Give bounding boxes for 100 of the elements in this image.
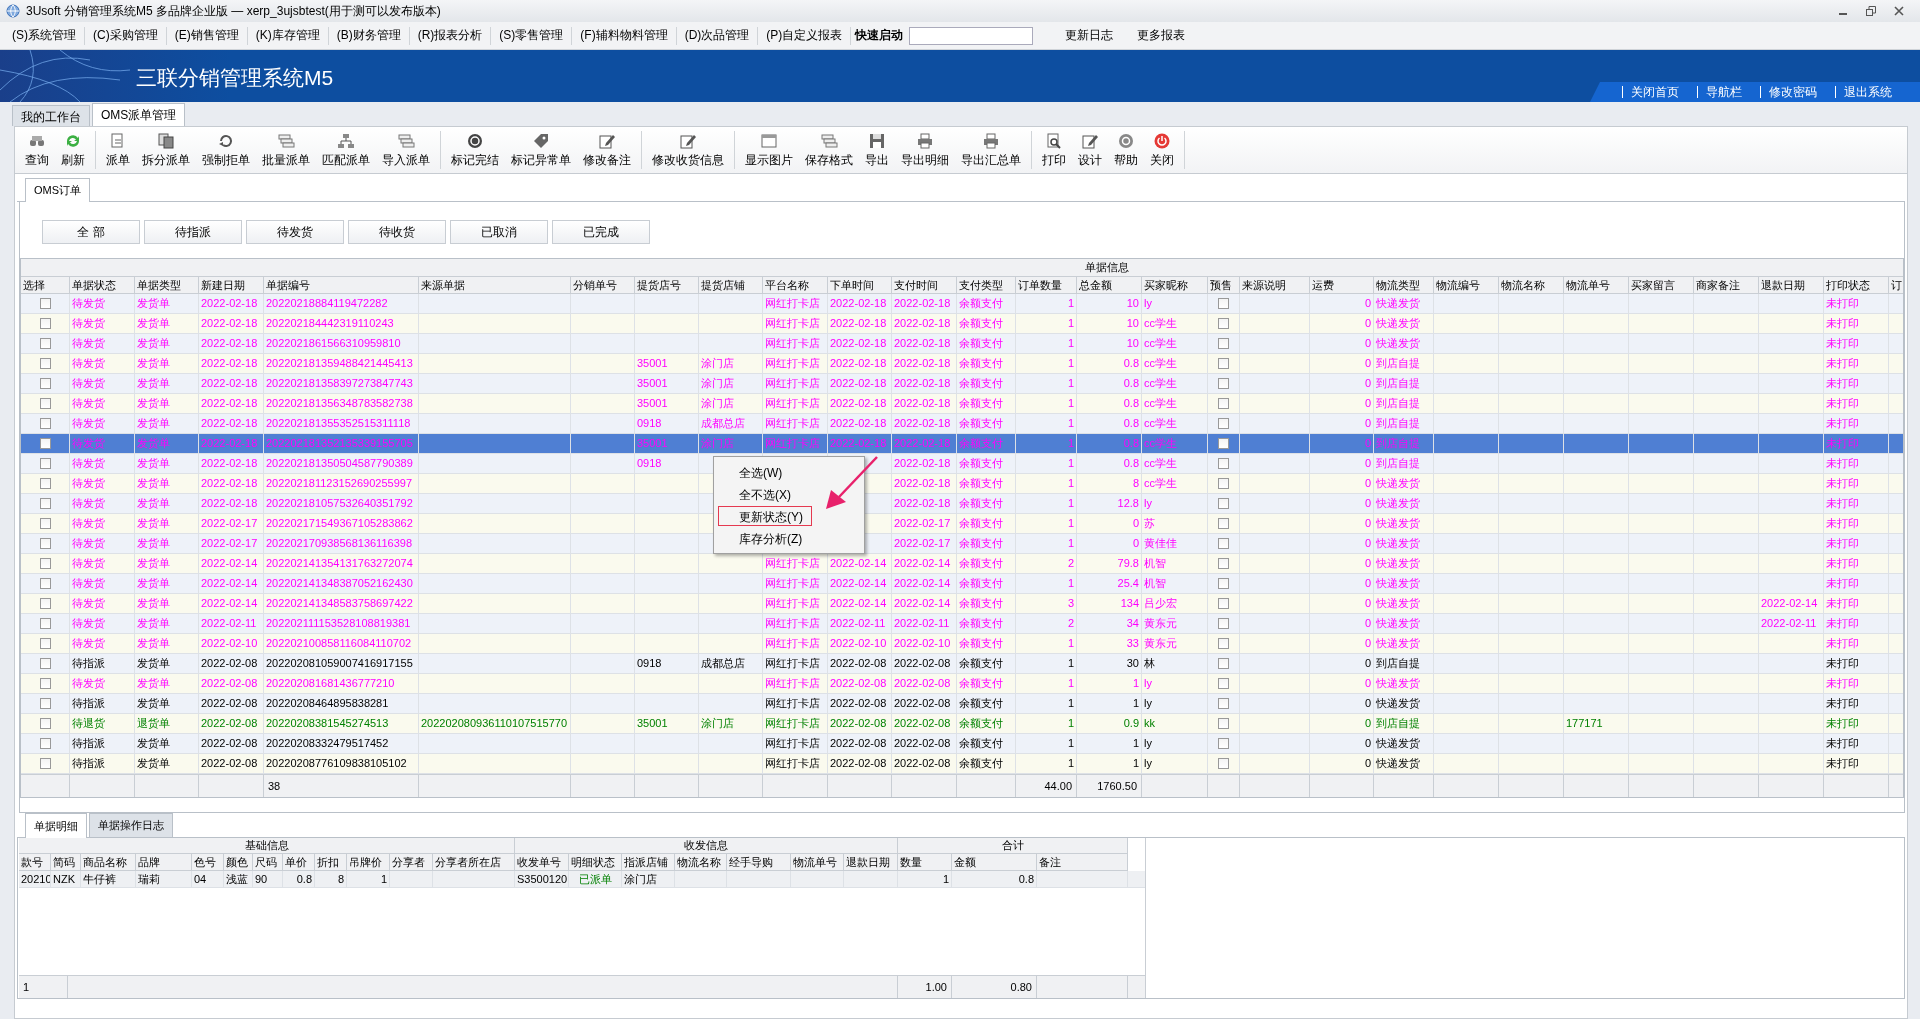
column-header[interactable]: 来源单据 xyxy=(419,277,571,294)
column-header[interactable]: 明细状态 xyxy=(569,854,622,871)
checkbox[interactable] xyxy=(1218,338,1229,349)
checkbox[interactable] xyxy=(1218,458,1229,469)
column-header[interactable]: 新建日期 xyxy=(199,277,264,294)
column-header[interactable]: 商家备注 xyxy=(1694,277,1759,294)
column-header[interactable]: 分享者 xyxy=(390,854,433,871)
table-row[interactable]: 待指派 发货单 2022-02-08 20220208776109838105102 网红打卡店 2022-02-08 2022-02-08 余额支付 1 1 ly 0 快递发货 未打印 xyxy=(21,754,1903,774)
checkbox[interactable] xyxy=(1218,378,1229,389)
menu-item[interactable]: (P)自定义报表 xyxy=(758,26,852,45)
tab[interactable]: OMS派单管理 xyxy=(92,103,186,126)
filter-button[interactable]: 待指派 xyxy=(144,220,242,244)
column-header[interactable]: 选择 xyxy=(21,277,70,294)
column-header[interactable]: 来源说明 xyxy=(1240,277,1310,294)
column-header[interactable]: 色号 xyxy=(192,854,224,871)
checkbox[interactable] xyxy=(1218,358,1229,369)
toolbar-button[interactable]: 导出汇总单 xyxy=(955,131,1027,169)
table-row[interactable]: 待指派 发货单 2022-02-08 20220208464895838281 网红打卡店 2022-02-08 2022-02-08 余额支付 1 1 ly 0 快递发货 未打印 xyxy=(21,694,1903,714)
checkbox[interactable] xyxy=(39,318,51,329)
menu-item[interactable]: (C)采购管理 xyxy=(85,26,167,45)
toolbar-button[interactable]: 查询 xyxy=(19,131,55,169)
checkbox[interactable] xyxy=(39,718,51,729)
checkbox[interactable] xyxy=(39,738,51,749)
column-header[interactable]: 备注 xyxy=(1037,854,1128,871)
checkbox[interactable] xyxy=(1218,698,1229,709)
checkbox[interactable] xyxy=(1218,638,1229,649)
restore-icon[interactable] xyxy=(1866,6,1876,16)
menu-link[interactable]: 更多报表 xyxy=(1125,27,1198,44)
tab[interactable]: 单据操作日志 xyxy=(89,813,173,837)
menu-item[interactable]: 更新状态(Y) xyxy=(718,506,812,526)
column-header[interactable]: 品牌 xyxy=(136,854,192,871)
header-link[interactable]: 关闭首页 xyxy=(1622,86,1689,98)
column-header[interactable]: 金额 xyxy=(952,854,1037,871)
header-link[interactable]: 修改密码 xyxy=(1760,86,1827,98)
checkbox[interactable] xyxy=(39,458,51,469)
column-header[interactable]: 尺码 xyxy=(253,854,283,871)
checkbox[interactable] xyxy=(1218,398,1229,409)
column-header[interactable]: 支付时间 xyxy=(892,277,957,294)
toolbar-button[interactable]: 强制拒单 xyxy=(196,131,256,169)
menu-link[interactable]: 更新日志 xyxy=(1053,27,1126,44)
toolbar-button[interactable]: 导出明细 xyxy=(895,131,955,169)
toolbar-button[interactable]: 标记异常单 xyxy=(505,131,577,169)
checkbox[interactable] xyxy=(1218,738,1229,749)
checkbox[interactable] xyxy=(1218,718,1229,729)
tab[interactable]: OMS订单 xyxy=(25,178,91,202)
checkbox[interactable] xyxy=(39,578,51,589)
checkbox[interactable] xyxy=(39,638,51,649)
column-header[interactable]: 提货店号 xyxy=(635,277,699,294)
checkbox[interactable] xyxy=(39,758,51,769)
quick-launch-field[interactable] xyxy=(909,26,1034,45)
column-header[interactable]: 退款日期 xyxy=(1759,277,1824,294)
checkbox[interactable] xyxy=(39,678,51,689)
tab[interactable]: 单据明细 xyxy=(25,813,87,838)
checkbox[interactable] xyxy=(1218,418,1229,429)
column-header[interactable]: 分销单号 xyxy=(571,277,635,294)
table-row[interactable]: 待指派 发货单 2022-02-08 202202081059007416917155 0918 成都总店 网红打卡店 2022-02-08 2022-02-08 余额支付 1 30 林 0 到店自提 未打印 xyxy=(21,654,1903,674)
column-header[interactable]: 下单时间 xyxy=(828,277,892,294)
column-header[interactable]: 买家留言 xyxy=(1629,277,1694,294)
tab[interactable]: 我的工作台 xyxy=(12,105,90,126)
menu-item[interactable]: (S)系统管理 xyxy=(4,26,85,45)
header-link[interactable]: 退出系统 xyxy=(1835,86,1902,98)
column-header[interactable]: 款号 xyxy=(19,854,51,871)
checkbox[interactable] xyxy=(1218,498,1229,509)
toolbar-button[interactable]: 打印 xyxy=(1036,131,1072,169)
column-header[interactable]: 经手导购 xyxy=(727,854,791,871)
column-header[interactable]: 提货店铺 xyxy=(699,277,763,294)
menu-item[interactable]: (R)报表分析 xyxy=(409,26,492,45)
column-header[interactable]: 订 xyxy=(1889,277,1903,294)
checkbox[interactable] xyxy=(39,298,51,309)
column-header[interactable]: 单价 xyxy=(283,854,315,871)
column-header[interactable]: 指派店铺 xyxy=(622,854,675,871)
column-header[interactable]: 物流名称 xyxy=(1499,277,1564,294)
filter-button[interactable]: 已取消 xyxy=(450,220,548,244)
toolbar-button[interactable]: 设计 xyxy=(1072,131,1108,169)
checkbox[interactable] xyxy=(39,478,51,489)
checkbox[interactable] xyxy=(39,538,51,549)
toolbar-button[interactable]: 批量派单 xyxy=(256,131,316,169)
toolbar-button[interactable]: 导出 xyxy=(859,131,895,169)
menu-item[interactable]: (E)销售管理 xyxy=(166,26,248,45)
toolbar-button[interactable]: 帮助 xyxy=(1108,131,1144,169)
checkbox[interactable] xyxy=(1218,678,1229,689)
column-header[interactable]: 物流单号 xyxy=(1564,277,1629,294)
column-header[interactable]: 分享者所在店 xyxy=(433,854,515,871)
checkbox[interactable] xyxy=(39,358,51,369)
toolbar-button[interactable]: 导入派单 xyxy=(376,131,436,169)
toolbar-button[interactable]: 显示图片 xyxy=(739,131,799,169)
column-header[interactable]: 单据类型 xyxy=(135,277,199,294)
toolbar-button[interactable]: 派单 xyxy=(100,131,136,169)
filter-button[interactable]: 待收货 xyxy=(348,220,446,244)
checkbox[interactable] xyxy=(39,598,51,609)
toolbar-button[interactable]: 修改备注 xyxy=(577,131,637,169)
column-header[interactable]: 收发单号 xyxy=(515,854,569,871)
toolbar-button[interactable]: 刷新 xyxy=(55,131,91,169)
checkbox[interactable] xyxy=(39,398,51,409)
column-header[interactable]: 物流名称 xyxy=(675,854,727,871)
table-row[interactable]: 待退货 退货单 2022-02-08 20220208381545274513 202202080936110107515770 35001 涂门店 网红打卡店 2022-02-08 2022-02-08 余额支付 1 0.9 kk 0 到店自提 177171 未打印 xyxy=(21,714,1903,734)
checkbox[interactable] xyxy=(1218,518,1229,529)
column-header[interactable]: 折扣 xyxy=(315,854,347,871)
column-header[interactable]: 吊牌价 xyxy=(347,854,390,871)
column-header[interactable]: 简码 xyxy=(51,854,81,871)
